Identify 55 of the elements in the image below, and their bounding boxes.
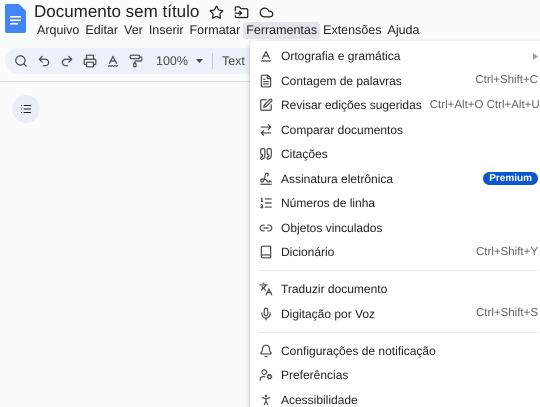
spell-check-icon[interactable] (106, 54, 120, 68)
menu-item[interactable]: Citações (259, 142, 538, 166)
menu-bar-item[interactable]: Formatar (186, 22, 244, 39)
numbered-list-icon (259, 196, 273, 210)
document-title[interactable]: Documento sem título (34, 2, 200, 22)
cloud-icon[interactable] (259, 4, 274, 20)
redo-icon[interactable] (60, 54, 74, 68)
zoom-select[interactable]: 100% (156, 52, 203, 70)
menu-bar-item[interactable]: Inserir (146, 22, 187, 39)
outline-button[interactable] (12, 95, 40, 123)
user-gear-icon (259, 368, 273, 382)
menu-item[interactable]: Números de linha (259, 191, 538, 216)
translate-icon (259, 282, 273, 296)
menu-bar-item[interactable]: Ver (121, 22, 146, 39)
menu-item[interactable]: Contagem de palavras Ctrl+Shift+C (259, 68, 538, 93)
undo-icon[interactable] (37, 54, 51, 68)
pen-square-icon (259, 98, 273, 112)
shortcut: Ctrl+Shift+Y (476, 244, 538, 260)
bell-icon (259, 344, 273, 358)
printer-icon[interactable] (83, 54, 97, 68)
shortcut: Ctrl+Alt+O Ctrl+Alt+U (430, 98, 540, 113)
shortcut: Ctrl+Shift+S (476, 306, 538, 322)
search-icon[interactable] (14, 54, 28, 68)
menu-item[interactable]: Assinatura eletrônica Premium (259, 166, 538, 191)
menu-bar-item[interactable]: Extensões (320, 22, 384, 39)
book-icon (259, 245, 273, 260)
person-icon (259, 392, 273, 407)
style-select[interactable]: Text (222, 52, 245, 70)
quote-icon (259, 147, 273, 162)
arrows-icon (259, 122, 273, 137)
menu-bar-item[interactable]: Editar (82, 22, 122, 39)
menu-item[interactable]: Objetos vinculados (259, 216, 538, 240)
star-icon[interactable] (209, 4, 224, 20)
premium-badge: Premium (483, 172, 538, 186)
menu-item[interactable]: Revisar edições sugeridas Ctrl+Alt+O Ctrl+Alt+U (259, 93, 538, 118)
menu-item[interactable]: Digitação por Voz Ctrl+Shift+S (259, 302, 538, 326)
docs-logo-icon[interactable] (5, 4, 26, 33)
document-icon (259, 74, 273, 88)
menu-item[interactable]: Configurações de notificação (259, 338, 538, 363)
paint-roller-icon[interactable] (129, 54, 143, 68)
menu-bar-item[interactable]: Ajuda (384, 22, 422, 39)
shortcut: Ctrl+Shift+C (475, 73, 538, 88)
signature-icon (259, 172, 273, 186)
menu-item[interactable]: Dicionário Ctrl+Shift+Y (259, 240, 538, 264)
spell-check-icon (259, 49, 273, 64)
menu-item[interactable]: Traduzir documento (259, 277, 538, 302)
menu-item[interactable]: Acessibilidade (259, 388, 538, 407)
menu-item[interactable]: Preferências (259, 363, 538, 388)
menu-bar-item[interactable]: Ferramentas (243, 22, 320, 39)
menu-item[interactable]: Comparar documentos (259, 118, 538, 142)
caret-icon (196, 59, 203, 63)
menu-item[interactable]: Ortografia e gramática (259, 44, 538, 68)
menu-bar-item[interactable]: Arquivo (34, 22, 82, 39)
microphone-icon (259, 306, 273, 321)
folder-icon[interactable] (234, 4, 250, 20)
